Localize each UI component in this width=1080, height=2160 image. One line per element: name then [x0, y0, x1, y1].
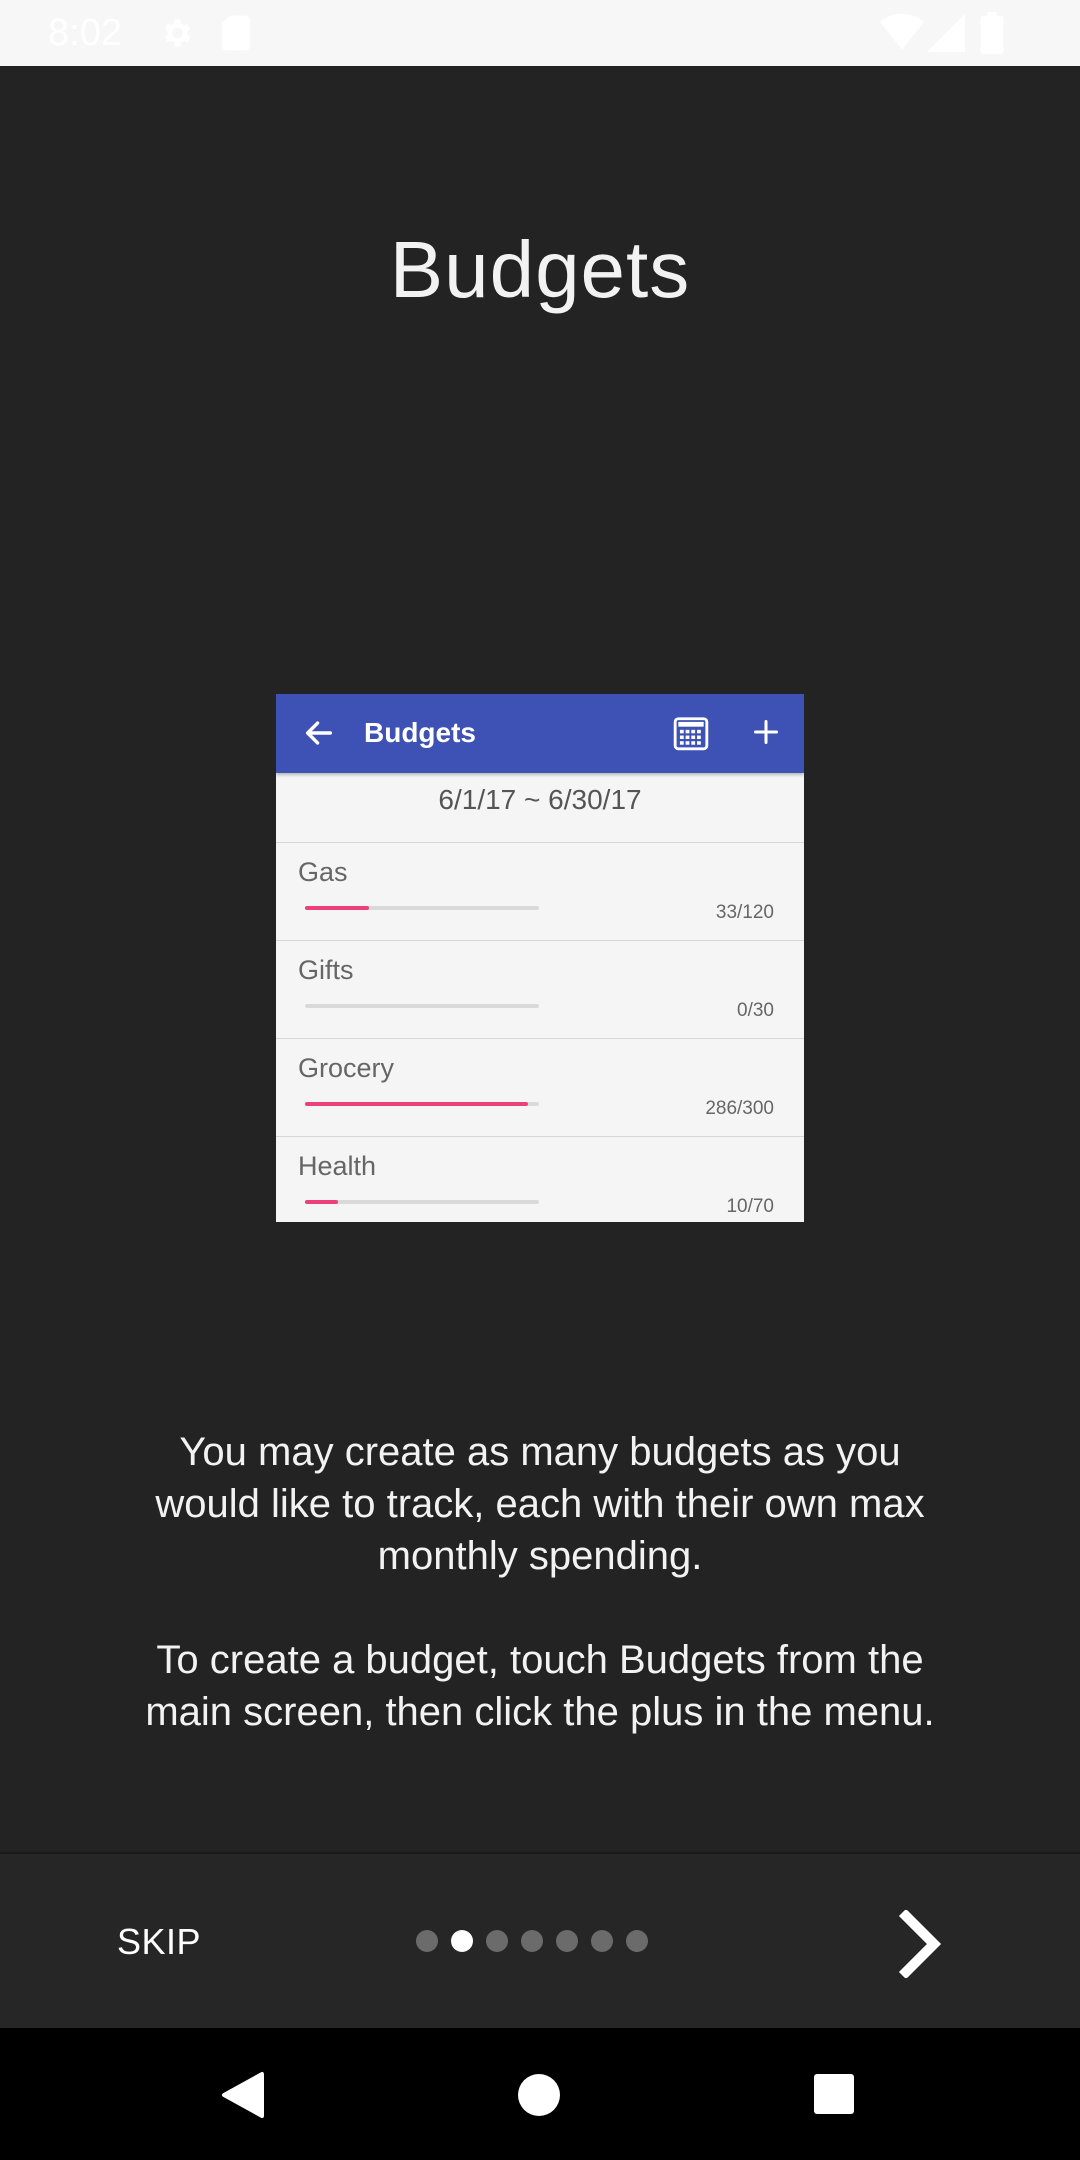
budget-row: Grocery 286/300 [276, 1038, 804, 1136]
sd-card-icon [221, 15, 251, 51]
budget-progress-fill [305, 1200, 339, 1204]
budget-progress-track [305, 1200, 539, 1204]
preview-budget-list: Gas 33/120 Gifts 0/30 Grocery 286/300 Health 10… [276, 842, 804, 1222]
budget-amount: 0/30 [737, 1000, 774, 1021]
budget-row: Gifts 0/30 [276, 940, 804, 1038]
page-dot [556, 1930, 578, 1952]
budget-amount: 286/300 [705, 1098, 774, 1119]
description-paragraph-2: To create a budget, touch Budgets from t… [145, 1638, 935, 1734]
page-dot [626, 1930, 648, 1952]
preview-app-bar: Budgets [276, 694, 804, 773]
budget-progress-fill [305, 1102, 528, 1106]
page-dot-active [451, 1930, 473, 1952]
intro-navigation-bar: SKIP [0, 1852, 1080, 2028]
budget-progress-track [305, 906, 539, 910]
budget-name: Health [298, 1151, 377, 1181]
recents-square-icon[interactable] [812, 2072, 856, 2116]
home-circle-icon[interactable] [516, 2072, 562, 2118]
budget-name: Grocery [298, 1053, 395, 1083]
wifi-icon [880, 14, 924, 50]
battery-icon [980, 12, 1004, 54]
arrow-left-icon [305, 721, 333, 745]
preview-date-range: 6/1/17 ~ 6/30/17 [438, 784, 642, 815]
budget-name: Gifts [298, 955, 354, 985]
page-dot [591, 1930, 613, 1952]
skip-button[interactable]: SKIP [117, 1920, 201, 1964]
description-paragraph-1: You may create as many budgets as you wo… [155, 1430, 925, 1578]
budget-progress-fill [305, 906, 370, 910]
page-dot [486, 1930, 508, 1952]
back-triangle-icon[interactable] [220, 2070, 266, 2120]
status-bar: 8:02 [0, 0, 1080, 66]
preview-app-bar-title: Budgets [364, 717, 476, 748]
budget-name: Gas [298, 857, 348, 887]
budget-amount: 10/70 [726, 1196, 774, 1217]
gear-icon [164, 19, 191, 47]
status-time: 8:02 [48, 12, 122, 54]
page-dot [521, 1930, 543, 1952]
system-navigation-bar [0, 2028, 1080, 2160]
plus-icon [753, 719, 779, 745]
page-dot [416, 1930, 438, 1952]
page-title: Budgets [389, 225, 691, 314]
budget-progress-track [305, 1102, 539, 1106]
budget-row: Health 10/70 [276, 1136, 804, 1222]
budgets-preview-image: Budgets 6/1/17 ~ 6/30/17 Gas 33/120 Gifts 0… [276, 694, 804, 1222]
intro-description: You may create as many budgets as you wo… [140, 1426, 940, 1738]
budget-progress-track [305, 1004, 539, 1008]
signal-icon [927, 14, 965, 52]
intro-screen: 8:02 Budgets Budgets 6/1/17 ~ 6/30/17 Ga… [0, 0, 1080, 2160]
budget-amount: 33/120 [715, 902, 774, 923]
chevron-right-icon[interactable] [896, 1910, 948, 1978]
budget-row: Gas 33/120 [276, 842, 804, 940]
calendar-icon [673, 717, 709, 751]
